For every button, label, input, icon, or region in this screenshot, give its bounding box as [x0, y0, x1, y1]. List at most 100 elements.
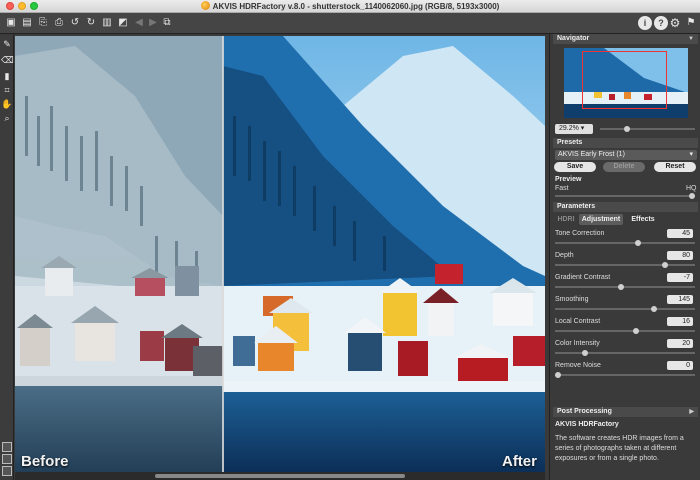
tab-hdri[interactable]: HDRI [555, 214, 577, 225]
collapse-arrow-icon: ▼ [688, 36, 694, 42]
crop-tool-icon[interactable]: ⌗ [1, 84, 13, 96]
param-slider-knob[interactable] [651, 306, 658, 312]
param-label: Depth [555, 252, 574, 259]
param-slider-track[interactable] [555, 330, 695, 332]
news-icon[interactable]: ⚑ [684, 16, 698, 30]
info-icon[interactable]: i [638, 16, 652, 30]
post-processing-header[interactable]: Post Processing ▶ [553, 407, 698, 417]
post-processing-title: Post Processing [557, 408, 612, 415]
chevron-down-icon: ▾ [689, 151, 693, 158]
param-slider-track[interactable] [555, 374, 695, 376]
param-slider-knob[interactable] [635, 240, 642, 246]
param-slider-knob[interactable] [632, 328, 639, 334]
help-title: AKVIS HDRFactory [555, 421, 619, 428]
forward-icon[interactable]: ▶ [146, 16, 160, 30]
scrollbar-thumb[interactable] [155, 474, 405, 478]
app-logo-icon [200, 1, 210, 10]
param-value-input[interactable]: 16 [667, 317, 693, 326]
param-slider-track[interactable] [555, 264, 695, 266]
param-label: Color Intensity [555, 340, 600, 347]
preview-slider-knob[interactable] [689, 193, 695, 199]
navigator-thumbnail[interactable] [564, 48, 688, 118]
brush-tool-icon[interactable]: ✎ [1, 38, 13, 50]
single-view-toggle[interactable] [2, 454, 12, 464]
preview-slider-track[interactable] [555, 195, 695, 197]
zoom-tool-icon[interactable]: ⌕ [1, 112, 13, 124]
zoom-select[interactable]: 29.2% ▾ [555, 124, 593, 134]
preset-reset-button[interactable]: Reset [654, 162, 696, 172]
print-icon[interactable]: ⎙ [52, 16, 66, 30]
preview-title: Preview [555, 176, 582, 183]
param-slider-track[interactable] [555, 308, 695, 310]
preset-save-button[interactable]: Save [554, 162, 596, 172]
batch-icon[interactable]: ▥ [100, 16, 114, 30]
param-value-input[interactable]: 80 [667, 251, 693, 260]
redo-icon[interactable]: ↻ [84, 16, 98, 30]
before-landscape [15, 36, 223, 472]
compare-view-toggle[interactable] [2, 466, 12, 476]
after-label: After [501, 453, 537, 470]
preview-hq-label: HQ [686, 185, 697, 192]
preset-delete-button[interactable]: Delete [603, 162, 645, 172]
expand-arrow-icon: ▶ [689, 409, 694, 415]
navigator-title: Navigator [557, 35, 590, 42]
zoom-slider-knob[interactable] [624, 126, 630, 132]
before-after-icon[interactable]: ◩ [116, 16, 130, 30]
zoom-slider-track[interactable] [600, 128, 695, 130]
window-title-wrap: AKVIS HDRFactory v.8.0 - shutterstock_11… [0, 1, 700, 12]
parameters-header[interactable]: Parameters [553, 202, 698, 212]
undo-icon[interactable]: ↺ [68, 16, 82, 30]
split-view-toggle[interactable] [2, 442, 12, 452]
param-slider-track[interactable] [555, 352, 695, 354]
navigator-header[interactable]: Navigator ▼ [553, 34, 698, 44]
before-after-divider[interactable] [222, 36, 224, 472]
gradient-tool-icon[interactable]: ▮ [1, 70, 13, 82]
param-label: Gradient Contrast [555, 274, 611, 281]
image-canvas[interactable]: Before After [15, 36, 545, 472]
window-title: AKVIS HDRFactory v.8.0 - shutterstock_11… [212, 2, 500, 11]
help-text: The software creates HDR images from a s… [555, 435, 684, 462]
horizontal-scrollbar[interactable] [15, 472, 545, 480]
help-icon[interactable]: ? [654, 16, 668, 30]
eraser-tool-icon[interactable]: ⌫ [1, 54, 14, 66]
before-label: Before [21, 453, 69, 470]
param-value-input[interactable]: 0 [667, 361, 693, 370]
selection-icon[interactable]: ⧉ [160, 16, 174, 30]
param-label: Tone Correction [555, 230, 605, 237]
param-value-input[interactable]: -7 [667, 273, 693, 282]
param-value-input[interactable]: 145 [667, 295, 693, 304]
preset-dropdown[interactable]: AKVIS Early Frost (1) ▾ [555, 150, 697, 160]
param-slider-track[interactable] [555, 286, 695, 288]
main-toolbar: ▣ ▤ ⎘ ⎙ ↺ ↻ ▥ ◩ ◀ ▶ ⧉ i ? ⚙ ⚑ [0, 13, 700, 34]
param-slider-knob[interactable] [555, 372, 561, 378]
param-label: Remove Noise [555, 362, 601, 369]
param-label: Local Contrast [555, 318, 601, 325]
after-image [223, 36, 545, 472]
param-slider-knob[interactable] [581, 350, 588, 356]
navigator-viewport-frame[interactable] [582, 51, 667, 109]
open-folder-icon[interactable]: ▤ [20, 16, 34, 30]
tools-panel: ✎ ⌫ ▮ ⌗ ✋ ⌕ [0, 34, 14, 480]
param-slider-knob[interactable] [617, 284, 624, 290]
param-value-input[interactable]: 45 [667, 229, 693, 238]
settings-panel: Navigator ▼ 29.2% ▾ Presets AKVIS Early … [549, 34, 700, 480]
app-window: AKVIS HDRFactory v.8.0 - shutterstock_11… [0, 0, 700, 480]
param-label: Smoothing [555, 296, 589, 303]
param-slider-knob[interactable] [662, 262, 669, 268]
zoom-value: 29.2% [559, 125, 579, 132]
save-icon[interactable]: ⎘ [36, 16, 50, 30]
hand-tool-icon[interactable]: ✋ [1, 98, 13, 110]
presets-header[interactable]: Presets [553, 138, 698, 148]
param-value-input[interactable]: 20 [667, 339, 693, 348]
title-bar: AKVIS HDRFactory v.8.0 - shutterstock_11… [0, 0, 700, 13]
open-image-icon[interactable]: ▣ [4, 16, 18, 30]
param-slider-track[interactable] [555, 242, 695, 244]
after-landscape [223, 36, 545, 472]
preset-selected: AKVIS Early Frost (1) [558, 151, 625, 158]
tab-effects[interactable]: Effects [626, 214, 660, 225]
settings-icon[interactable]: ⚙ [668, 16, 682, 30]
back-icon[interactable]: ◀ [132, 16, 146, 30]
preview-fast-label: Fast [555, 185, 569, 192]
tab-adjustment[interactable]: Adjustment [579, 214, 623, 225]
presets-title: Presets [557, 139, 583, 146]
